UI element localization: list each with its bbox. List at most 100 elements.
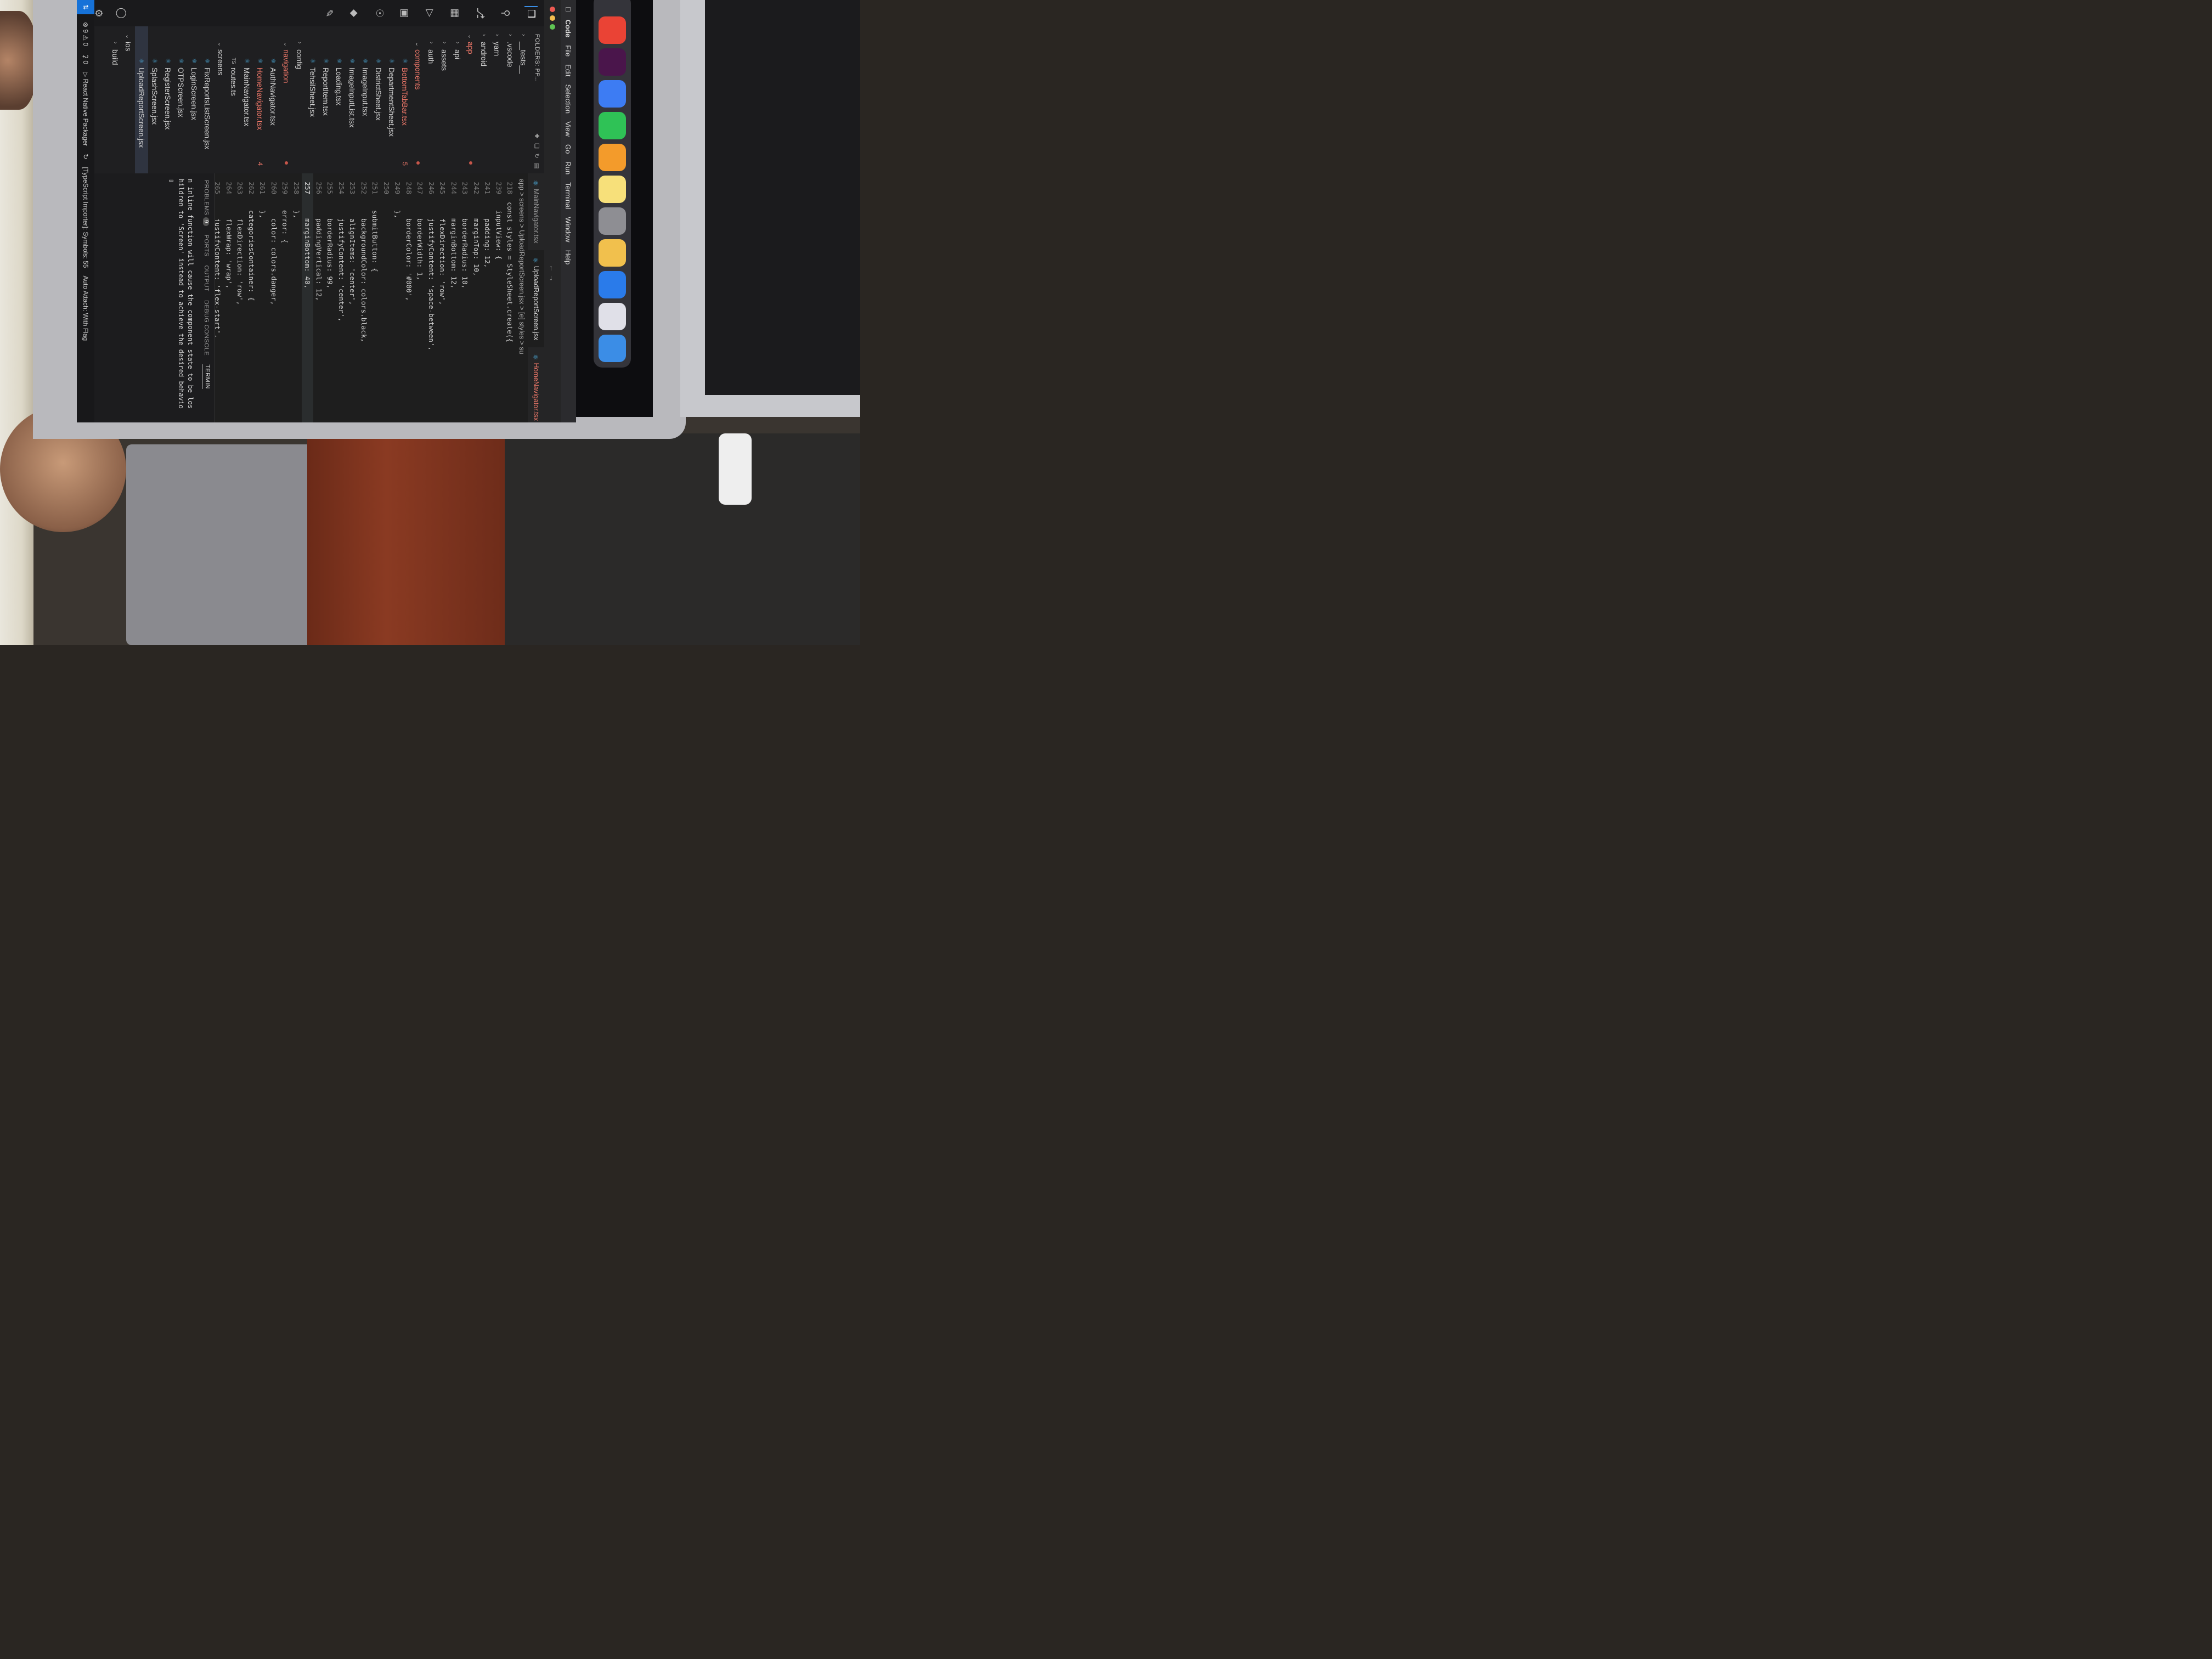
tree-file[interactable]: ⚛ RegisterScreen.jsx [161, 26, 174, 173]
tab-problems[interactable]: PROBLEMS 9 [203, 180, 210, 226]
tree-folder[interactable]: › __tests__ [517, 26, 530, 173]
code-line[interactable]: 262 categoriesContainer: { [246, 173, 257, 422]
code-line[interactable]: 254 justifyContent: 'center', [336, 173, 347, 422]
whatsapp-icon[interactable] [599, 112, 626, 139]
tree-folder[interactable]: › api [451, 26, 464, 173]
tree-file[interactable]: ⚛ SplashScreen.jsx [148, 26, 161, 173]
code-line[interactable]: 243 borderRadius: 10, [460, 173, 471, 422]
code-line[interactable]: 257 marginBottom: 40, [302, 173, 313, 422]
code-line[interactable]: 239 inputView: { [493, 173, 505, 422]
tree-folder[interactable]: › .vscode [504, 26, 517, 173]
code-line[interactable]: 218 const styles = StyleSheet.create({ [505, 173, 516, 422]
source-control-icon[interactable]: ⎇ [474, 7, 487, 20]
tree-file[interactable]: TS routes.ts [227, 26, 240, 173]
tree-folder[interactable]: ⌄ ios [122, 26, 135, 173]
tree-file[interactable]: ⚛ BottomTabBar.tsx 5 [398, 26, 411, 173]
menu-app-name[interactable]: Code [565, 20, 573, 38]
importer-status[interactable]: [TypeScript Importer]: Symbols: 55 [82, 167, 89, 268]
tree-folder[interactable]: › auth [425, 26, 438, 173]
auto-attach-status[interactable]: Auto Attach: With Flag [82, 275, 89, 341]
search-icon[interactable]: ⚲ [499, 7, 512, 20]
tree-file[interactable]: ⚛ DepartmentSheet.jsx [385, 26, 398, 173]
code-line[interactable]: 250 [381, 173, 392, 422]
code-line[interactable]: 249 }, [392, 173, 404, 422]
tree-file[interactable]: ⚛ ImageInputList.tsx [346, 26, 359, 173]
code-line[interactable]: 241 padding: 12, [482, 173, 494, 422]
tree-file[interactable]: ⚛ ReportItem.tsx [319, 26, 332, 173]
code-line[interactable]: 258 }, [291, 173, 302, 422]
account-icon[interactable]: ◯ [115, 7, 128, 20]
menu-help[interactable]: Help [565, 250, 573, 265]
tree-folder[interactable]: ⌄ screens [214, 26, 227, 173]
run-debug-icon[interactable]: ▷ [424, 7, 437, 20]
tab-output[interactable]: OUTPUT [203, 265, 210, 291]
terminal-output[interactable]: n inline function will cause the compone… [163, 173, 198, 422]
slack-icon[interactable] [599, 48, 626, 76]
tab-terminal[interactable]: TERMIN [202, 364, 211, 389]
code-line[interactable]: 255 borderRadius: 99, [325, 173, 336, 422]
menu-view[interactable]: View [565, 121, 573, 137]
tree-file[interactable]: ⚛ HomeNavigator.tsx 4 [253, 26, 267, 173]
problems-status[interactable]: ⊗ 9 ⚠ 0 [82, 22, 89, 46]
menu-file[interactable]: File [565, 45, 573, 57]
extensions-icon[interactable]: ▦ [449, 7, 462, 20]
menu-edit[interactable]: Edit [565, 64, 573, 76]
tree-file[interactable]: ⚛ LoginScreen.jsx [188, 26, 201, 173]
editor-tab[interactable]: ⚛ MainNavigator.tsx [528, 173, 544, 251]
code-line[interactable]: 246 justifyContent: 'space-between', [426, 173, 437, 422]
new-file-icon[interactable]: ✚ [534, 133, 541, 139]
tree-file[interactable]: ⚛ MainNavigator.tsx [240, 26, 253, 173]
tree-folder[interactable]: ⌄ components [411, 26, 425, 173]
xcode-icon[interactable] [599, 80, 626, 108]
code-line[interactable]: 252 backgroundColor: colors.black, [358, 173, 370, 422]
code-line[interactable]: 244 marginBottom: 12, [448, 173, 460, 422]
close-window-button[interactable] [550, 7, 555, 12]
sync-icon[interactable]: ↻ [82, 154, 89, 159]
packager-status[interactable]: ▷ React Native Packager [82, 72, 89, 146]
zoom-window-button[interactable] [550, 24, 555, 30]
tree-file[interactable]: ⚛ FixReportsListScreen.jsx [201, 26, 214, 173]
code-line[interactable]: 245 flexDirection: 'row', [437, 173, 449, 422]
code-line[interactable]: 256 paddingVertical: 12, [313, 173, 325, 422]
tree-folder[interactable]: ⌄ navigation [280, 26, 293, 173]
minimize-window-button[interactable] [550, 15, 555, 21]
git-graph-icon[interactable]: ☉ [373, 7, 386, 20]
tree-file[interactable]: ⚛ Loading.tsx [332, 26, 346, 173]
system-settings-icon[interactable] [599, 207, 626, 235]
app-store-icon[interactable] [599, 271, 626, 298]
menu-selection[interactable]: Selection [565, 84, 573, 114]
tree-folder[interactable]: › yarn [490, 26, 504, 173]
tree-file[interactable]: ⚛ DistrictSheet.jsx [372, 26, 385, 173]
tree-folder[interactable]: › config [293, 26, 306, 173]
explorer-icon[interactable]: ❐ [524, 6, 538, 20]
code-line[interactable]: 248 borderColor: '#000', [403, 173, 415, 422]
tree-folder[interactable]: › android [477, 26, 490, 173]
menu-window[interactable]: Window [565, 217, 573, 242]
code-line[interactable]: 263 flexDirection: 'row', [235, 173, 246, 422]
tab-ports[interactable]: PORTS [203, 235, 210, 257]
apple-icon[interactable]:  [565, 7, 573, 12]
launchpad-icon[interactable] [599, 303, 626, 330]
photos-icon[interactable] [599, 239, 626, 267]
tree-folder[interactable]: › assets [438, 26, 451, 173]
editor-tab[interactable]: ⚛ UploadReportScreen.jsx [528, 250, 544, 348]
ports-status[interactable]: ⚳ 0 [82, 54, 89, 64]
tree-file[interactable]: ⚛ TehsilSheet.jsx [306, 26, 319, 173]
testing-icon[interactable]: ✎ [323, 7, 336, 20]
pages-icon[interactable] [599, 144, 626, 171]
remote-explorer-icon[interactable]: ▣ [398, 7, 411, 20]
code-line[interactable]: 259 error: { [280, 173, 291, 422]
collapse-all-icon[interactable]: ▤ [534, 163, 541, 169]
code-line[interactable]: 261 }, [257, 173, 269, 422]
back-arrow-icon[interactable]: ← [548, 264, 557, 272]
code-line[interactable]: 264 flexWrap: 'wrap', [223, 173, 235, 422]
breadcrumb[interactable]: app > screens > UploadReportScreen.jsx >… [516, 173, 528, 422]
menu-terminal[interactable]: Terminal [565, 182, 573, 209]
gitlens-icon[interactable]: ◆ [348, 7, 361, 20]
notes-icon[interactable] [599, 176, 626, 203]
code-line[interactable]: 242 marginTop: 10, [471, 173, 482, 422]
tree-file[interactable]: ⚛ UploadReportScreen.jsx [135, 26, 148, 173]
new-folder-icon[interactable]: ❏ [534, 143, 541, 149]
tree-file[interactable]: ⚛ AuthNavigator.tsx [267, 26, 280, 173]
tree-file[interactable]: ⚛ OTPScreen.jsx [174, 26, 188, 173]
